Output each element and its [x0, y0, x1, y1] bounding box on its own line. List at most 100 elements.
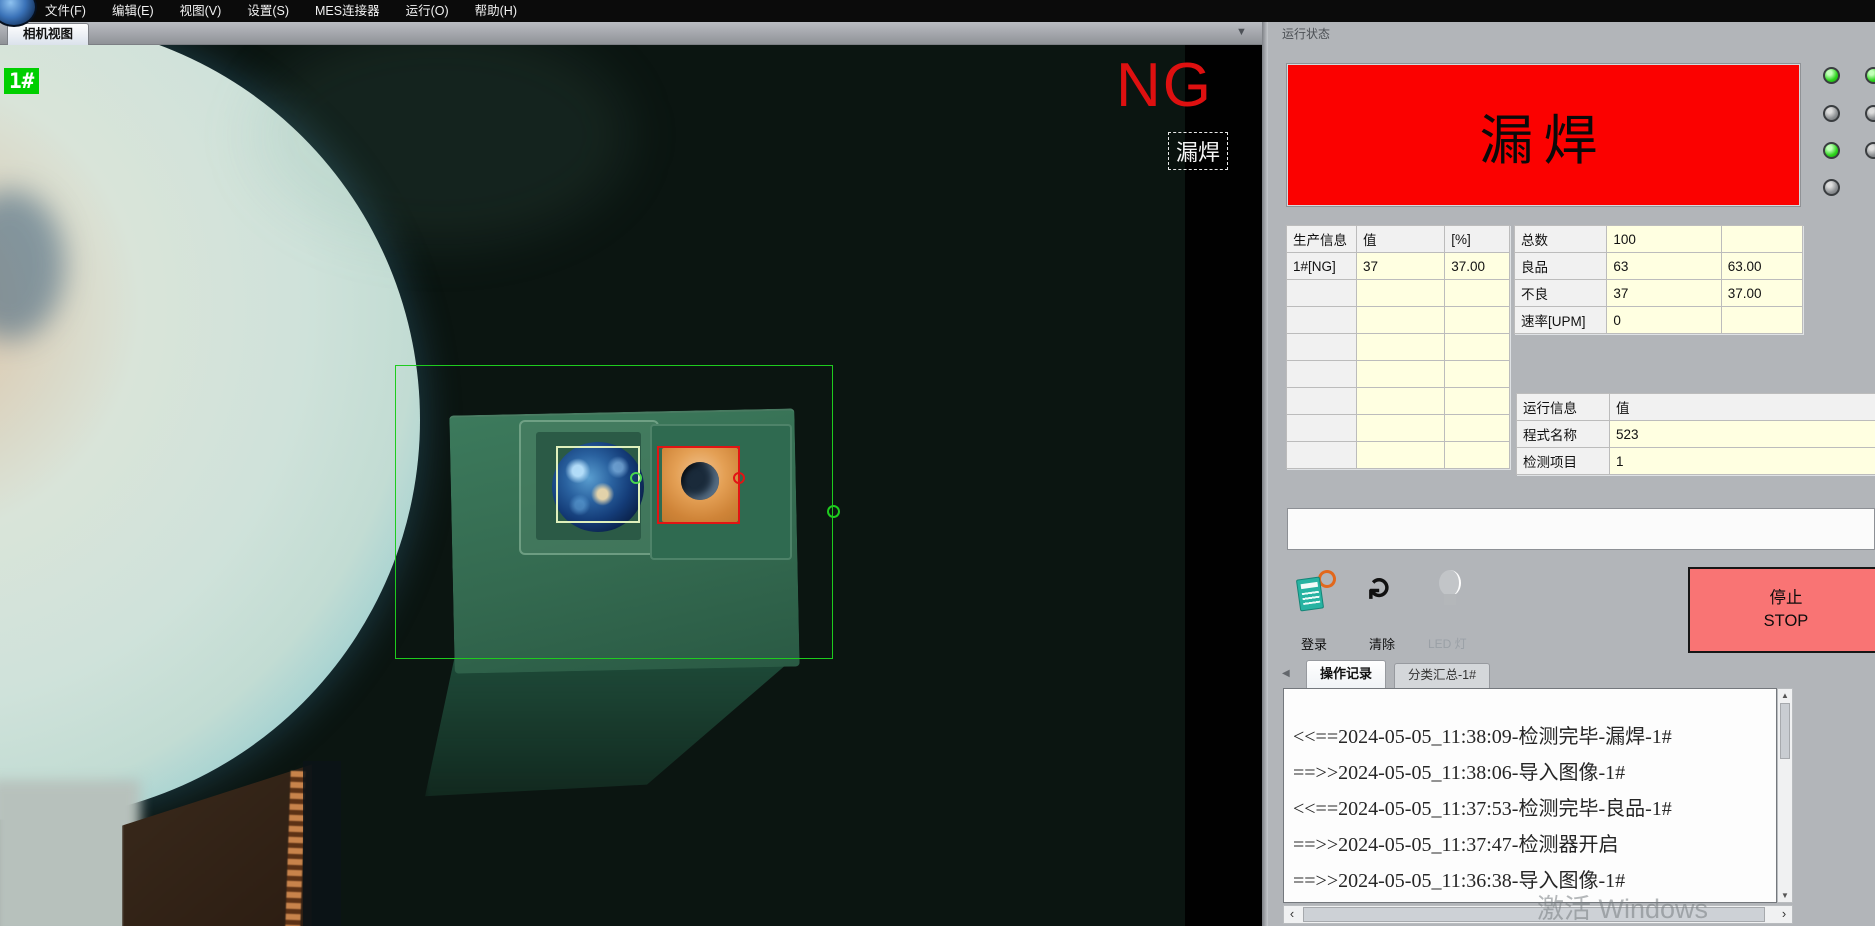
stop-label-cn: 停止	[1770, 587, 1803, 610]
column-header: 运行信息	[1517, 394, 1610, 421]
scroll-up-icon[interactable]: ▲	[1778, 691, 1792, 700]
cell-percent: 37.00	[1445, 253, 1510, 280]
cell-value: 100	[1607, 226, 1721, 253]
menu-run[interactable]: 运行(O)	[393, 0, 462, 22]
inspection-roi-box	[395, 365, 833, 659]
cell-value: 1	[1610, 448, 1875, 475]
led-indicator	[1865, 105, 1875, 122]
login-button[interactable]: 登录	[1301, 634, 1327, 653]
bulb-base	[1444, 594, 1456, 605]
defect-label: 漏焊	[1168, 132, 1228, 170]
status-pane: 运行状态 漏焊 生产信息 值 [%] 1#[NG] 37 37.00	[1268, 22, 1875, 926]
cell-label: 速率[UPM]	[1515, 307, 1607, 334]
led-indicator	[1823, 67, 1840, 84]
cell-label: 总数	[1515, 226, 1607, 253]
menu-row: 文件(F) 编辑(E) 视图(V) 设置(S) MES连接器 运行(O) 帮助(…	[32, 0, 530, 22]
led-indicator	[1823, 179, 1840, 196]
menu-help[interactable]: 帮助(H)	[462, 0, 530, 22]
id-badge-icon	[1296, 576, 1324, 611]
component-shadow	[425, 657, 795, 802]
operation-log-list: <<==2024-05-05_11:38:09-检测完毕-漏焊-1# ==>>2…	[1283, 688, 1777, 903]
led-indicator	[1823, 142, 1840, 159]
scroll-down-icon[interactable]: ▼	[1778, 891, 1792, 900]
corner-highlight	[0, 780, 140, 926]
table-row: 程式名称 523	[1517, 421, 1875, 448]
table-row: 良品 63 63.00	[1515, 253, 1803, 280]
menu-file[interactable]: 文件(F)	[32, 0, 99, 22]
table-row: 总数 100	[1515, 226, 1803, 253]
menu-edit[interactable]: 编辑(E)	[99, 0, 167, 22]
log-entry: ==>>2024-05-05_11:38:06-导入图像-1#	[1284, 755, 1776, 791]
alert-banner: 漏焊	[1287, 64, 1800, 206]
log-entry: <<==2024-05-05_11:37:53-检测完毕-良品-1#	[1284, 791, 1776, 827]
table-row	[1287, 334, 1510, 361]
table-row	[1287, 361, 1510, 388]
table-row	[1287, 415, 1510, 442]
cell-label: 程式名称	[1517, 421, 1610, 448]
cell-label: 良品	[1515, 253, 1607, 280]
column-header: 生产信息	[1287, 226, 1357, 253]
led-indicator	[1865, 67, 1875, 84]
scroll-left-icon[interactable]: ‹	[1284, 906, 1300, 923]
led-indicator	[1823, 105, 1840, 122]
cell-value: 523	[1610, 421, 1875, 448]
station-badge: 1#	[4, 68, 39, 94]
cell-percent: 37.00	[1721, 280, 1802, 307]
scrollbar-thumb[interactable]	[1780, 703, 1790, 759]
menu-mes-connector[interactable]: MES连接器	[302, 0, 393, 22]
clear-icon[interactable]: ↻	[1364, 570, 1400, 606]
log-entry: <<==2024-05-05_11:38:09-检测完毕-漏焊-1#	[1284, 719, 1776, 755]
camera-black-region	[1185, 45, 1262, 926]
message-box	[1287, 508, 1875, 550]
log-spacer	[1284, 689, 1776, 719]
stats-table: 总数 100 良品 63 63.00 不良 37 37.00 速率[UPM] 0	[1514, 225, 1803, 334]
cell-label: 不良	[1515, 280, 1607, 307]
cell-value: 0	[1607, 307, 1721, 334]
stop-label-en: STOP	[1764, 610, 1809, 633]
table-row: 生产信息 值 [%]	[1287, 226, 1510, 253]
cell-label: 检测项目	[1517, 448, 1610, 475]
pane-title: 运行状态	[1282, 25, 1330, 42]
app-window: 文件(F) 编辑(E) 视图(V) 设置(S) MES连接器 运行(O) 帮助(…	[0, 0, 1875, 926]
led-light-button[interactable]: LED 灯	[1428, 635, 1467, 652]
cell-value: 37	[1356, 253, 1444, 280]
result-text: NG	[1116, 50, 1213, 121]
camera-tab-bar: 相机视图 ▼	[0, 22, 1262, 45]
table-row	[1287, 307, 1510, 334]
table-row	[1287, 388, 1510, 415]
table-row: 检测项目 1	[1517, 448, 1875, 475]
cell-value: 37	[1607, 280, 1721, 307]
roi-notch	[827, 505, 840, 518]
led-indicator	[1865, 142, 1875, 159]
column-header: [%]	[1445, 226, 1510, 253]
table-row	[1287, 442, 1510, 469]
fixture-shadow	[303, 761, 341, 926]
log-entry: ==>>2024-05-05_11:37:47-检测器开启	[1284, 827, 1776, 863]
bulb-icon	[1439, 570, 1461, 596]
column-header: 值	[1356, 226, 1444, 253]
table-row: 速率[UPM] 0	[1515, 307, 1803, 334]
scroll-right-icon[interactable]: ›	[1776, 906, 1792, 923]
camera-view: 1# NG 漏焊	[0, 45, 1262, 926]
run-info-table: 运行信息 值 程式名称 523 检测项目 1	[1516, 393, 1875, 475]
column-header: 值	[1610, 394, 1875, 421]
log-vertical-scrollbar[interactable]: ▲ ▼	[1777, 688, 1793, 903]
menu-view[interactable]: 视图(V)	[167, 0, 235, 22]
clear-button[interactable]: 清除	[1369, 634, 1395, 653]
login-icon[interactable]	[1296, 568, 1336, 614]
log-tabstrip: ◀ 操作记录 分类汇总-1#	[1268, 658, 1875, 688]
cell-percent	[1721, 226, 1802, 253]
tab-category-summary[interactable]: 分类汇总-1#	[1394, 663, 1490, 688]
table-row	[1287, 280, 1510, 307]
tab-scroll-left-icon[interactable]: ◀	[1282, 668, 1290, 679]
cell-percent: 63.00	[1721, 253, 1802, 280]
chevron-down-icon[interactable]: ▼	[1236, 26, 1247, 38]
tab-operation-log[interactable]: 操作记录	[1306, 660, 1386, 688]
menu-settings[interactable]: 设置(S)	[234, 0, 302, 22]
table-row: 不良 37 37.00	[1515, 280, 1803, 307]
stop-button[interactable]: 停止 STOP	[1688, 567, 1875, 653]
table-row: 1#[NG] 37 37.00	[1287, 253, 1510, 280]
menu-bar: 文件(F) 编辑(E) 视图(V) 设置(S) MES连接器 运行(O) 帮助(…	[0, 0, 1875, 22]
table-row: 运行信息 值	[1517, 394, 1875, 421]
cell-percent	[1721, 307, 1802, 334]
